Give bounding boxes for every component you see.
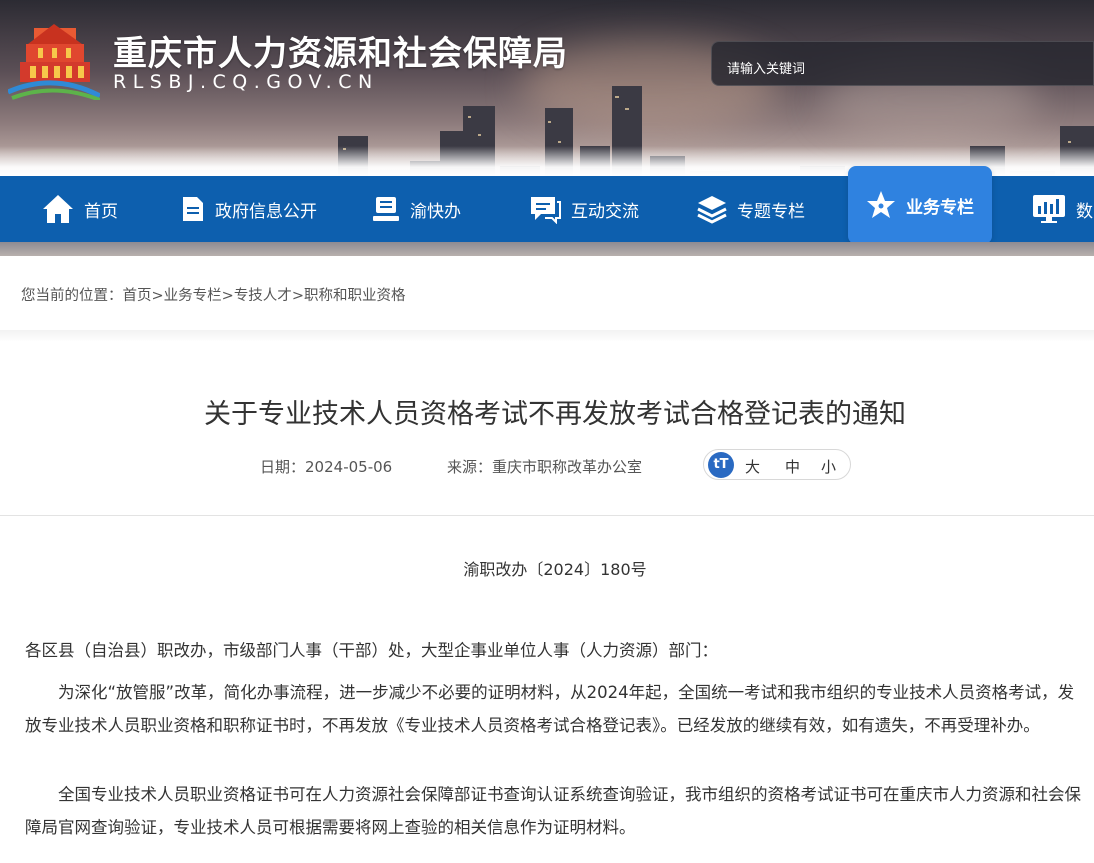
nav-label: 政府信息公开 <box>215 201 317 222</box>
font-small-button[interactable]: 小 <box>821 456 836 477</box>
star-icon <box>867 191 895 218</box>
nav-label: 数 <box>1076 201 1093 222</box>
article-source: 来源：重庆市职称改革办公室 <box>447 458 643 476</box>
nav-item-gov-info[interactable]: 政府信息公开 <box>181 176 317 242</box>
nav-label: 互动交流 <box>571 201 639 222</box>
nav-label: 渝快办 <box>410 201 461 222</box>
breadcrumb-business[interactable]: 业务专栏 <box>164 288 222 304</box>
nav-item-yukuaiban[interactable]: 渝快办 <box>372 176 461 242</box>
site-title[interactable]: 重庆市人力资源和社会保障局 <box>113 26 568 75</box>
paragraph-1: 为深化“放管服”改革，简化办事流程，进一步减少不必要的证明材料，从2024年起，… <box>25 683 1075 735</box>
nav-item-data[interactable]: 数 <box>1032 176 1093 242</box>
article-title: 关于专业技术人员资格考试不再发放考试合格登记表的通知 <box>204 399 906 430</box>
breadcrumb: 您当前的位置：首页>业务专栏>专技人才>职称和职业资格 <box>16 279 1094 331</box>
font-size-switch: tT 大 中 小 <box>703 449 851 480</box>
nav-label: 专题专栏 <box>737 201 805 222</box>
font-size-icon: tT <box>708 452 734 478</box>
paragraph-2: 全国专业技术人员职业资格证书可在人力资源社会保障部证书查询认证系统查询验证，我市… <box>25 785 1081 837</box>
font-large-button[interactable]: 大 <box>745 456 760 477</box>
home-icon <box>43 195 73 223</box>
document-icon <box>183 197 203 221</box>
search-input[interactable]: 请输入关键词 <box>711 41 1094 86</box>
site-domain: RLSBJ.CQ.GOV.CN <box>113 71 379 93</box>
document-number: 渝职改办〔2024〕180号 <box>463 560 647 579</box>
layers-icon <box>697 196 727 224</box>
nav-item-topics[interactable]: 专题专栏 <box>697 176 805 242</box>
nav-label: 业务专栏 <box>906 197 974 218</box>
nav-item-interaction[interactable]: 互动交流 <box>529 176 639 242</box>
data-screen-icon <box>1033 195 1065 223</box>
breadcrumb-home[interactable]: 首页 <box>123 288 152 304</box>
nav-item-business[interactable]: 业务专栏 <box>848 166 992 244</box>
font-medium-button[interactable]: 中 <box>785 456 800 477</box>
salutation: 各区县（自治县）职改办，市级部门人事（干部）处，大型企事业单位人事（人力资源）部… <box>25 641 718 660</box>
site-logo <box>8 24 100 100</box>
chat-icon <box>531 197 561 224</box>
breadcrumb-title[interactable]: 职称和职业资格 <box>304 288 406 304</box>
article-date: 日期：2024-05-06 <box>260 458 393 476</box>
breadcrumb-talent[interactable]: 专技人才 <box>234 288 292 304</box>
nav-item-home[interactable]: 首页 <box>42 176 118 242</box>
nav-label: 首页 <box>84 201 118 222</box>
service-desk-icon <box>373 197 399 221</box>
main-nav: 首页 政府信息公开 渝快办 互动交流 专题专栏 业务专栏 数 <box>0 166 1094 244</box>
